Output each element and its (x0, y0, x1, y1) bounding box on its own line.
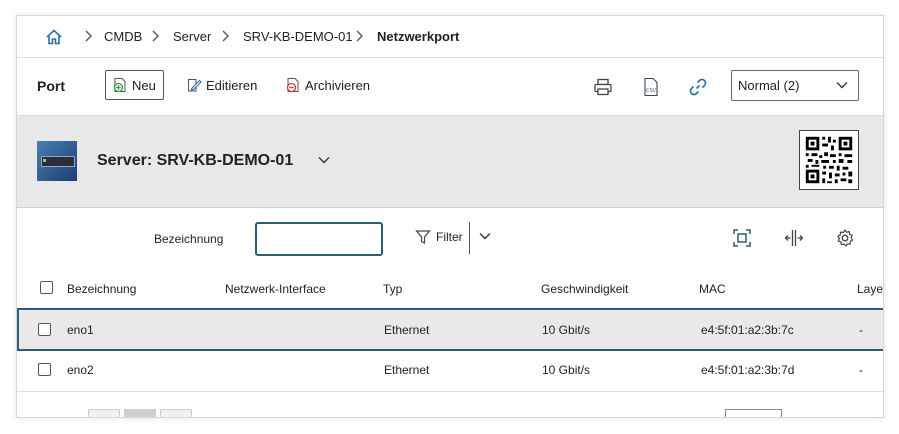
chevron-right-icon (222, 30, 229, 42)
toolbar: Port Neu Editieren Archivieren CSV Norma… (17, 58, 883, 116)
cell-geschwindigkeit: 10 Gbit/s (542, 363, 591, 377)
fit-screen-icon[interactable] (732, 228, 752, 248)
gear-icon[interactable] (835, 228, 855, 248)
filter-funnel-icon (415, 230, 431, 244)
column-header[interactable]: Bezeichnung (67, 282, 136, 296)
archive-button-label: Archivieren (305, 77, 371, 93)
view-select-value: Normal (2) (738, 78, 800, 93)
filter-divider (469, 222, 470, 254)
cell-geschwindigkeit: 10 Gbit/s (542, 323, 591, 337)
table-row[interactable]: eno2 Ethernet 10 Gbit/s e4:5f:01:a2:3b:7… (17, 351, 883, 392)
pager-next-button[interactable] (160, 409, 192, 417)
home-icon[interactable] (45, 28, 63, 46)
cell-mac: e4:5f:01:a2:3b:7c (701, 323, 794, 337)
svg-text:CSV: CSV (646, 88, 657, 94)
bezeichnung-filter-input[interactable] (255, 222, 383, 256)
chevron-right-icon (356, 30, 363, 42)
chevron-down-icon[interactable] (318, 156, 330, 164)
column-header[interactable]: Layer (857, 282, 883, 296)
column-width-icon[interactable] (784, 228, 804, 248)
chevron-right-icon (85, 30, 92, 42)
table-header: Bezeichnung Netzwerk-Interface Typ Gesch… (17, 268, 883, 309)
edit-button-label: Editieren (206, 77, 258, 93)
object-title: Server: SRV-KB-DEMO-01 (97, 152, 294, 169)
new-document-icon (113, 78, 126, 93)
server-image (37, 141, 77, 181)
breadcrumb-current: Netzwerkport (377, 29, 460, 44)
breadcrumb-item-srv[interactable]: SRV-KB-DEMO-01 (243, 29, 353, 44)
qr-code-icon[interactable] (799, 130, 859, 190)
edit-button[interactable]: Editieren (186, 70, 257, 100)
row-checkbox[interactable] (38, 323, 51, 336)
archive-icon (286, 78, 299, 93)
csv-export-icon[interactable]: CSV (641, 77, 661, 97)
new-button[interactable]: Neu (105, 70, 164, 100)
column-header[interactable]: Netzwerk-Interface (225, 282, 326, 296)
row-checkbox[interactable] (38, 363, 51, 376)
cell-layer: - (859, 323, 863, 337)
filter-button[interactable]: Filter (415, 229, 463, 245)
edit-icon (188, 79, 202, 92)
filter-button-label: Filter (436, 230, 463, 244)
chevron-right-icon (152, 30, 159, 42)
cell-layer: - (859, 363, 863, 377)
breadcrumb-item-server[interactable]: Server (173, 29, 211, 44)
chevron-down-icon[interactable] (479, 232, 491, 240)
print-icon[interactable] (593, 77, 613, 97)
link-icon[interactable] (688, 77, 708, 97)
cell-typ: Ethernet (384, 323, 430, 337)
cell-mac: e4:5f:01:a2:3b:7d (701, 363, 795, 377)
breadcrumb: CMDB Server SRV-KB-DEMO-01 Netzwerkport (17, 16, 883, 58)
cell-typ: Ethernet (384, 363, 430, 377)
object-header: Server: SRV-KB-DEMO-01 (17, 116, 883, 208)
new-button-label: Neu (132, 77, 156, 93)
pager-current-page[interactable] (124, 409, 156, 417)
app-frame: CMDB Server SRV-KB-DEMO-01 Netzwerkport … (16, 15, 884, 418)
chevron-down-icon (836, 82, 848, 89)
table-row[interactable]: eno1 Ethernet 10 Gbit/s e4:5f:01:a2:3b:7… (17, 308, 883, 351)
column-header[interactable]: Typ (383, 282, 402, 296)
cell-bezeichnung: eno2 (67, 363, 94, 377)
pager-first-button[interactable] (88, 409, 120, 417)
column-header[interactable]: MAC (699, 282, 726, 296)
column-header[interactable]: Geschwindigkeit (541, 282, 628, 296)
filter-field-label: Bezeichnung (154, 232, 224, 246)
breadcrumb-item-cmdb[interactable]: CMDB (104, 29, 142, 44)
filter-bar: Bezeichnung Filter (17, 208, 883, 268)
page-size-select[interactable] (725, 409, 782, 417)
page-title: Port (37, 78, 65, 94)
select-all-checkbox[interactable] (40, 281, 53, 294)
archive-button[interactable]: Archivieren (285, 70, 370, 100)
view-select[interactable]: Normal (2) (731, 70, 859, 101)
cell-bezeichnung: eno1 (67, 323, 94, 337)
